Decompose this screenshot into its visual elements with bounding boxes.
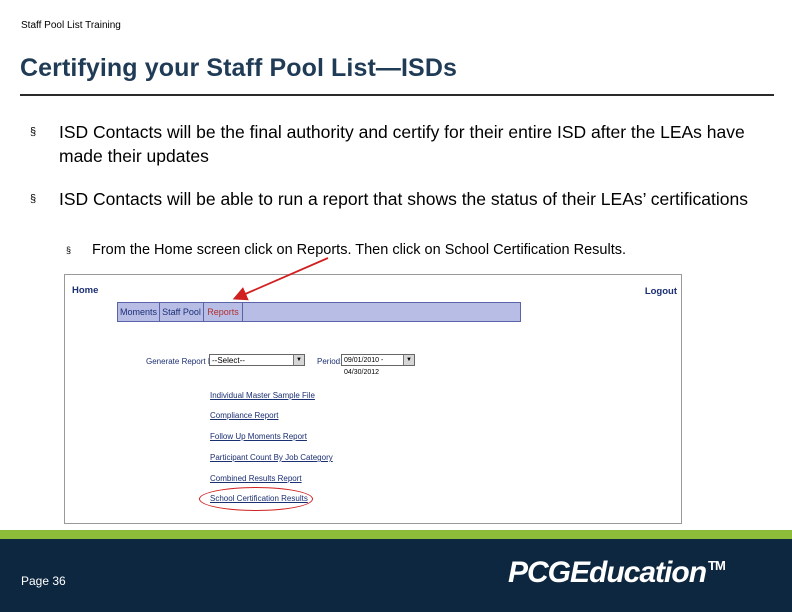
page-number: Page 36 bbox=[21, 574, 66, 588]
report-for-select[interactable]: --Select-- ▼ bbox=[209, 354, 305, 366]
logo-trademark: TM bbox=[708, 558, 726, 573]
chevron-down-icon[interactable]: ▼ bbox=[403, 355, 414, 365]
report-link-compliance[interactable]: Compliance Report bbox=[210, 411, 278, 420]
report-link-master-sample[interactable]: Individual Master Sample File bbox=[210, 391, 315, 400]
period-label: Period: bbox=[317, 357, 343, 366]
embedded-app-screenshot: Home Logout Moments Staff Pool Reports G… bbox=[64, 274, 682, 524]
footer-accent-bar bbox=[0, 530, 792, 539]
chevron-down-icon[interactable]: ▼ bbox=[293, 355, 304, 365]
sub-bullet-text: From the Home screen click on Reports. T… bbox=[92, 242, 627, 258]
period-value: 09/01/2010 - 04/30/2012 bbox=[344, 357, 384, 376]
report-link-participant-count[interactable]: Participant Count By Job Category bbox=[210, 453, 333, 462]
logout-link[interactable]: Logout bbox=[645, 286, 677, 297]
bullet-text: ISD Contacts will be able to run a repor… bbox=[59, 189, 748, 209]
running-title: Staff Pool List Training bbox=[21, 20, 121, 31]
bullet-text: ISD Contacts will be the final authority… bbox=[59, 122, 745, 166]
tab-bar: Moments Staff Pool Reports bbox=[117, 302, 521, 322]
report-link-combined-results[interactable]: Combined Results Report bbox=[210, 474, 302, 483]
select-value: --Select-- bbox=[212, 356, 245, 365]
highlight-oval bbox=[199, 487, 313, 511]
logo-education: Education bbox=[570, 556, 707, 589]
pcg-education-logo: PCGEducation TM bbox=[508, 556, 726, 590]
sub-bullet-marker: § bbox=[66, 245, 72, 255]
home-link[interactable]: Home bbox=[72, 285, 98, 296]
period-select[interactable]: 09/01/2010 - 04/30/2012 ▼ bbox=[341, 354, 415, 376]
bullet-marker: § bbox=[30, 193, 37, 205]
slide-title: Certifying your Staff Pool List—ISDs bbox=[20, 54, 457, 82]
title-divider bbox=[20, 94, 774, 96]
tab-moments[interactable]: Moments bbox=[118, 303, 160, 321]
bullet-marker: § bbox=[30, 126, 37, 138]
tab-reports[interactable]: Reports bbox=[204, 303, 243, 321]
logo-pcg: PCG bbox=[508, 556, 571, 589]
report-link-follow-up[interactable]: Follow Up Moments Report bbox=[210, 432, 307, 441]
tab-staff-pool[interactable]: Staff Pool bbox=[160, 303, 204, 321]
